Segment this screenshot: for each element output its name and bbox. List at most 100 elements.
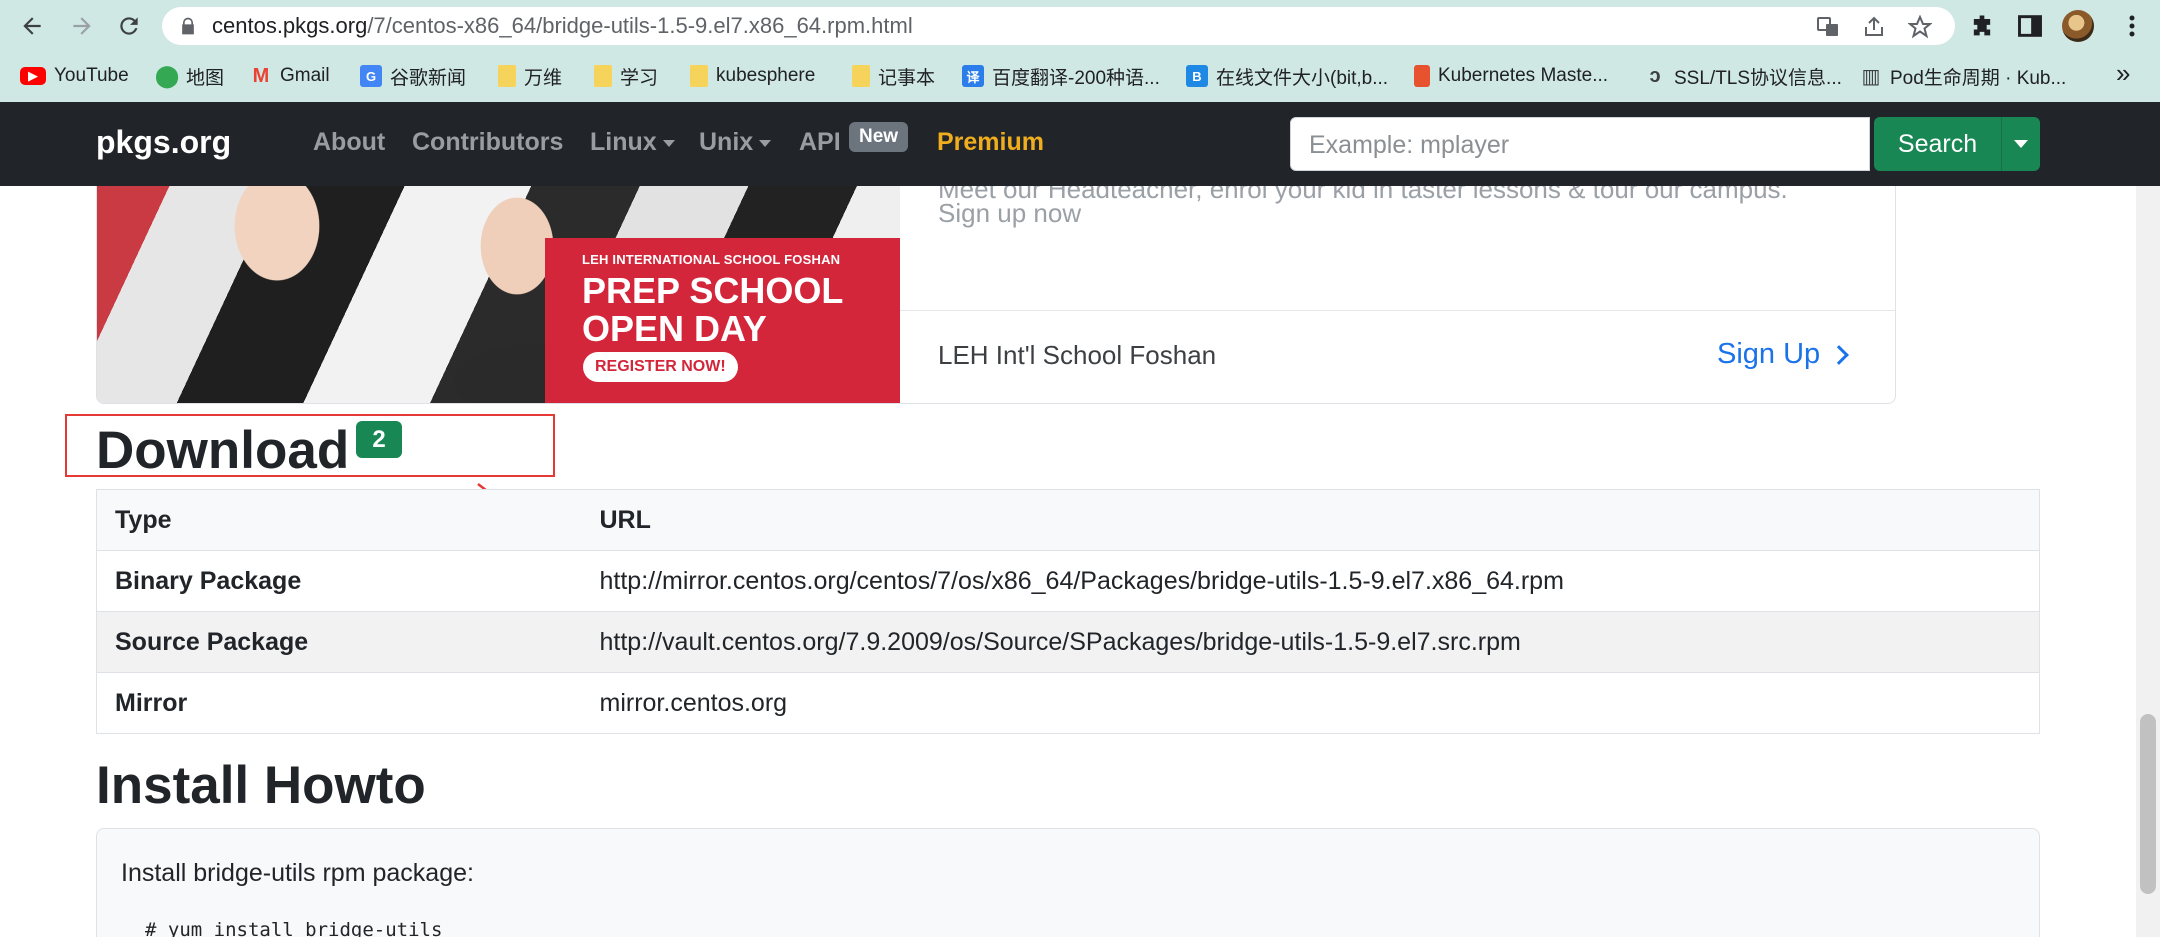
site-logo[interactable]: pkgs.org: [96, 124, 231, 161]
divider: [900, 310, 1895, 311]
nav-unix-label: Unix: [699, 128, 754, 156]
ad-banner[interactable]: LEH INTERNATIONAL SCHOOL FOSHAN PREP SCH…: [96, 186, 1896, 404]
browser-toolbar: centos.pkgs.org/7/centos-x86_64/bridge-u…: [0, 0, 2160, 52]
address-bar[interactable]: centos.pkgs.org/7/centos-x86_64/bridge-u…: [162, 7, 1955, 45]
bookmark-folder-wanwei[interactable]: 万维: [498, 60, 562, 92]
table-header-row: Type URL: [96, 489, 2040, 551]
search-button[interactable]: Search: [1874, 117, 2001, 171]
scrollbar-thumb[interactable]: [2140, 714, 2156, 894]
kubernetes-icon: [1414, 65, 1430, 87]
folder-icon: [594, 65, 612, 87]
source-package-link[interactable]: http://vault.centos.org/7.9.2009/os/Sour…: [581, 611, 2040, 673]
folder-icon: [690, 65, 708, 87]
bookmark-file-size[interactable]: B 在线文件大小(bit,b...: [1186, 60, 1388, 92]
url-path: /7/centos-x86_64/bridge-utils-1.5-9.el7.…: [367, 13, 913, 38]
bookmark-label: Pod生命周期 · Kub...: [1890, 67, 2067, 89]
bookmark-label: Gmail: [280, 65, 330, 86]
translate-page-icon[interactable]: [1816, 15, 1840, 39]
install-howto-heading: Install Howto: [96, 756, 426, 815]
bookmark-maps[interactable]: ⬤ 地图: [154, 60, 225, 92]
google-news-icon: G: [360, 65, 382, 87]
install-description: Install bridge-utils rpm package:: [121, 859, 474, 887]
ad-headline-line1: PREP SCHOOL: [582, 270, 844, 311]
bookmark-folder-notepad[interactable]: 记事本: [852, 60, 935, 92]
bookmark-label: kubesphere: [716, 65, 816, 86]
chevron-down-icon: [2014, 140, 2028, 148]
ad-headline-line2: OPEN DAY: [582, 308, 767, 349]
bookmark-label: 万维: [524, 67, 563, 89]
table-row: Binary Package http://mirror.centos.org/…: [96, 550, 2040, 612]
bookmark-label: YouTube: [54, 65, 129, 86]
ad-school-name: LEH INTERNATIONAL SCHOOL FOSHAN: [582, 252, 841, 267]
bookmark-kubernetes[interactable]: Kubernetes Maste...: [1414, 60, 1608, 92]
chevron-down-icon: [759, 139, 772, 147]
install-command[interactable]: # yum install bridge-utils: [145, 919, 442, 937]
url-host: centos.pkgs.org: [212, 13, 368, 38]
profile-avatar[interactable]: [2062, 10, 2094, 42]
column-header-type: Type: [96, 489, 582, 551]
binary-package-link[interactable]: http://mirror.centos.org/centos/7/os/x86…: [581, 550, 2040, 612]
translate-icon: 译: [962, 65, 984, 87]
bookmark-star-icon[interactable]: [1907, 14, 1933, 39]
search-options-dropdown[interactable]: [2001, 117, 2040, 171]
row-type: Binary Package: [96, 550, 582, 612]
bookmark-youtube[interactable]: ▶ YouTube: [20, 60, 129, 92]
chevron-down-icon: [662, 139, 675, 147]
side-panel-icon[interactable]: [2016, 12, 2044, 40]
bookmarks-bar: ▶ YouTube ⬤ 地图 M Gmail G 谷歌新闻 万维 学习 kube…: [0, 56, 2160, 96]
ad-signup-label: Sign Up: [1717, 338, 1821, 370]
youtube-icon: ▶: [20, 67, 46, 85]
url-text: centos.pkgs.org/7/centos-x86_64/bridge-u…: [212, 15, 913, 37]
bookmark-baidu-translate[interactable]: 译 百度翻译-200种语...: [962, 60, 1160, 92]
mirror-link[interactable]: mirror.centos.org: [581, 672, 2040, 734]
bookmark-label: 百度翻译-200种语...: [992, 67, 1160, 89]
bookmark-label: 记事本: [878, 67, 936, 89]
bookmark-pod-lifecycle[interactable]: ▥ Pod生命周期 · Kub...: [1860, 60, 2067, 92]
book-icon: ▥: [1861, 65, 1881, 88]
ssl-icon: ↄ: [1649, 64, 1661, 87]
ad-signup-link[interactable]: Sign Up: [1717, 338, 1850, 371]
bookmark-label: Kubernetes Maste...: [1438, 65, 1609, 86]
more-bookmarks-icon[interactable]: »: [2116, 58, 2130, 89]
extensions-icon[interactable]: [1968, 12, 1996, 40]
gmail-icon: M: [252, 64, 270, 87]
ad-advertiser-name: LEH Int'l School Foshan: [938, 340, 1217, 370]
folder-icon: [498, 65, 516, 87]
bookmark-ssl-tls[interactable]: ↄ SSL/TLS协议信息...: [1644, 60, 1842, 92]
ad-headline: PREP SCHOOL OPEN DAY: [582, 272, 843, 348]
row-type: Source Package: [96, 611, 582, 673]
menu-kebab-icon[interactable]: [2120, 12, 2144, 40]
forward-icon[interactable]: [66, 10, 98, 42]
bookmark-google-news[interactable]: G 谷歌新闻: [360, 60, 466, 92]
nav-api[interactable]: API: [799, 128, 841, 157]
search-input[interactable]: Example: mplayer: [1290, 117, 1870, 171]
bookmark-folder-kubesphere[interactable]: kubesphere: [690, 60, 815, 92]
nav-linux[interactable]: Linux: [590, 128, 675, 157]
column-header-url: URL: [581, 489, 2040, 551]
nav-premium[interactable]: Premium: [937, 128, 1044, 157]
chevron-right-icon: [1829, 345, 1850, 366]
nav-contributors[interactable]: Contributors: [412, 128, 563, 157]
share-icon[interactable]: [1862, 15, 1886, 39]
bookmark-label: 地图: [186, 67, 225, 89]
lock-icon[interactable]: [178, 16, 198, 36]
maps-icon: ⬤: [154, 63, 180, 88]
bookmark-label: 在线文件大小(bit,b...: [1216, 67, 1389, 89]
nav-linux-label: Linux: [590, 128, 657, 156]
bookmark-gmail[interactable]: M Gmail: [250, 60, 330, 92]
api-new-badge: New: [849, 122, 909, 152]
nav-about[interactable]: About: [313, 128, 385, 157]
ad-promo-panel: LEH INTERNATIONAL SCHOOL FOSHAN PREP SCH…: [545, 238, 900, 403]
table-row: Source Package http://vault.centos.org/7…: [96, 611, 2040, 673]
nav-unix[interactable]: Unix: [699, 128, 772, 157]
bookmark-folder-study[interactable]: 学习: [594, 60, 658, 92]
bookmark-label: 学习: [620, 67, 659, 89]
annotation-highlight-box: [65, 414, 555, 477]
reload-icon[interactable]: [113, 10, 145, 42]
ad-register-button[interactable]: REGISTER NOW!: [583, 352, 738, 382]
bookmark-label: SSL/TLS协议信息...: [1674, 67, 1842, 89]
ad-body-text-line2: Sign up now: [938, 198, 1082, 228]
browser-chrome: centos.pkgs.org/7/centos-x86_64/bridge-u…: [0, 0, 2160, 102]
back-icon[interactable]: [16, 10, 48, 42]
folder-icon: [852, 65, 870, 87]
